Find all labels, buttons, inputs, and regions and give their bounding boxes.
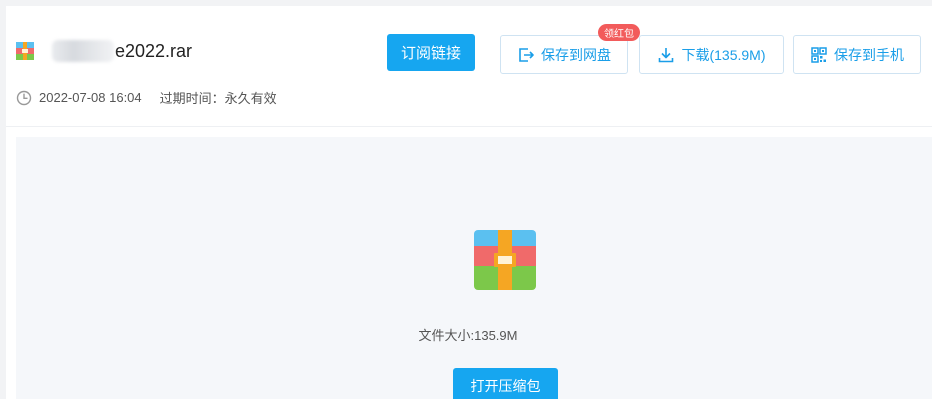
- save-to-disk-label: 保存到网盘: [541, 46, 611, 63]
- rar-file-icon: [16, 42, 34, 60]
- file-size-text: 文件大小:135.9M: [16, 325, 932, 344]
- download-icon: [659, 47, 674, 62]
- file-meta: 2022-07-08 16:04 过期时间：永久有效: [16, 88, 277, 107]
- file-share-card: e2022.rar 2022-07-08 16:04 过期时间：永久有效 订阅链…: [6, 6, 932, 399]
- file-header: e2022.rar 2022-07-08 16:04 过期时间：永久有效 订阅链…: [6, 6, 932, 127]
- file-name: e2022.rar: [52, 40, 192, 62]
- save-to-phone-label: 保存到手机: [834, 46, 904, 63]
- archive-preview: 文件大小:135.9M 打开压缩包: [16, 137, 932, 399]
- subscribe-link-button[interactable]: 订阅链接: [387, 34, 475, 71]
- download-label: 下载(135.9M): [681, 46, 766, 63]
- qrcode-icon: [811, 46, 827, 63]
- upload-date: 2022-07-08 16:04: [39, 90, 142, 105]
- open-archive-button[interactable]: 打开压缩包: [453, 368, 558, 399]
- file-size-value: 文件大小:135.9M: [418, 328, 518, 343]
- clock-icon: [16, 90, 32, 105]
- rar-archive-icon: [474, 230, 536, 290]
- file-name-text: e2022.rar: [115, 40, 193, 61]
- save-to-disk-icon: [519, 47, 534, 62]
- red-envelope-badge: 领红包: [598, 24, 640, 41]
- expiry-text: 过期时间：永久有效: [159, 91, 277, 106]
- redacted-filename-part: [52, 40, 114, 62]
- save-to-phone-button[interactable]: 保存到手机: [793, 35, 921, 74]
- download-button[interactable]: 下载(135.9M): [639, 35, 784, 74]
